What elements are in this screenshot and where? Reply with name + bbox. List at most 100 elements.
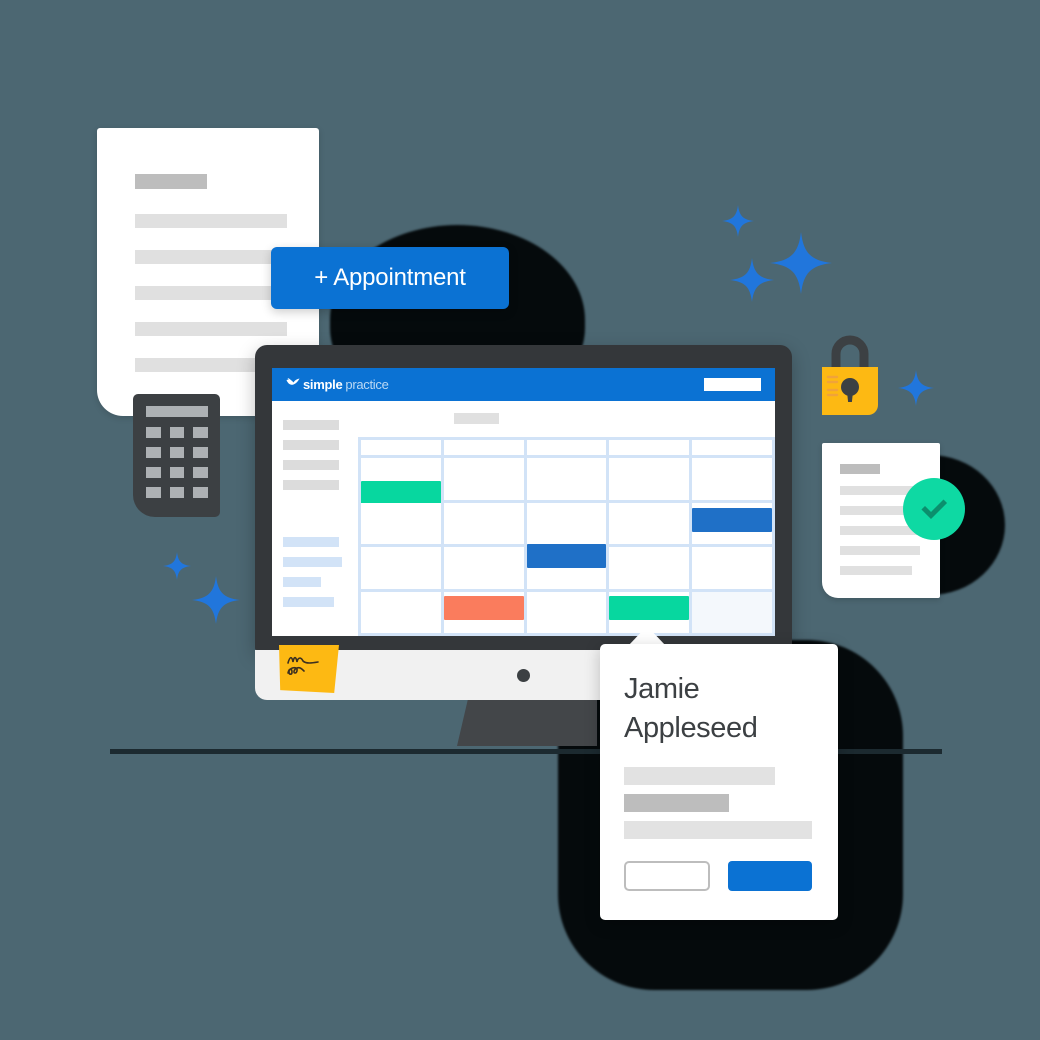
- calendar-day-cell[interactable]: [526, 543, 607, 589]
- sparkle-medium-top: [730, 258, 774, 302]
- calendar-day-cell[interactable]: [361, 502, 441, 544]
- document-left-line-2: [135, 250, 287, 264]
- document-right-title-bar: [840, 464, 880, 474]
- sidebar-item-4[interactable]: [283, 480, 339, 490]
- account-pill[interactable]: [704, 378, 761, 391]
- camera-dot-icon: [517, 669, 530, 682]
- lock-icon: [818, 335, 882, 417]
- calendar-header-row: [361, 440, 772, 455]
- calendar-day-cell[interactable]: [692, 458, 772, 500]
- calendar-day-cell[interactable]: [692, 547, 772, 589]
- logo-word-simple: simple: [303, 377, 343, 392]
- calendar-day-cell[interactable]: [526, 591, 607, 633]
- document-left-line-1: [135, 214, 287, 228]
- sidebar-item-5[interactable]: [283, 537, 339, 547]
- event-blue-2[interactable]: [526, 543, 607, 568]
- document-left-line-3: [135, 286, 287, 300]
- calendar-week-row: [361, 591, 772, 633]
- document-right-line-5: [840, 566, 912, 575]
- simplepractice-app: simple practice: [272, 368, 775, 636]
- sidebar-item-8[interactable]: [283, 597, 334, 607]
- event-blue-1[interactable]: [692, 508, 772, 533]
- calculator-key: [146, 487, 161, 498]
- sidebar-item-6[interactable]: [283, 557, 342, 567]
- client-detail-card: Jamie Appleseed: [600, 644, 838, 920]
- calculator-key: [146, 447, 161, 458]
- bird-icon: [286, 376, 300, 394]
- event-coral-1[interactable]: [443, 595, 524, 620]
- calendar-day-cell[interactable]: [443, 458, 524, 500]
- simplepractice-logo: simple practice: [286, 376, 389, 394]
- calendar-day-cell[interactable]: [361, 591, 441, 633]
- sidebar-item-1[interactable]: [283, 420, 339, 430]
- calculator-keypad: [146, 427, 208, 498]
- sparkle-small-left: [163, 552, 191, 580]
- calendar-day-cell[interactable]: [361, 547, 441, 589]
- calendar-day-cell[interactable]: [692, 591, 772, 633]
- monitor-stand: [457, 698, 597, 746]
- detail-bar-3: [624, 821, 812, 840]
- sparkle-right-lock: [898, 370, 934, 406]
- calendar-week-row: [361, 543, 772, 589]
- calculator-icon: [133, 394, 220, 517]
- illustration-scene: simple practice + Appointment Jamie Appl…: [0, 0, 1040, 1040]
- document-left-line-5: [135, 358, 267, 372]
- confirm-button[interactable]: [728, 861, 812, 892]
- sparkle-large-top: [770, 232, 832, 294]
- calendar-day-cell[interactable]: [443, 502, 524, 544]
- calculator-display: [146, 406, 208, 417]
- check-circle-icon: [903, 478, 965, 540]
- sparkle-large-left: [192, 576, 240, 624]
- sidebar-item-3[interactable]: [283, 460, 339, 470]
- card-actions: [624, 861, 814, 892]
- calculator-key: [146, 467, 161, 478]
- calendar-day-cell[interactable]: [692, 502, 772, 544]
- calendar-week-row: [361, 502, 772, 544]
- detail-bar-2: [624, 794, 729, 813]
- app-main-content: [353, 401, 775, 636]
- calendar-day-cell[interactable]: [361, 458, 441, 505]
- calendar-week-row: [361, 458, 772, 505]
- calendar-header-cell: [692, 440, 772, 455]
- detail-bar-1: [624, 767, 775, 786]
- card-pointer-arrow: [628, 626, 666, 646]
- monitor-bezel: simple practice: [255, 345, 792, 650]
- calendar-day-cell[interactable]: [609, 502, 690, 544]
- calendar-day-cell[interactable]: [443, 591, 524, 633]
- calendar-grid: [358, 437, 775, 636]
- calendar-day-cell[interactable]: [609, 547, 690, 589]
- logo-word-practice: practice: [345, 377, 389, 392]
- calendar-header-cell: [361, 440, 441, 455]
- sidebar-item-7[interactable]: [283, 577, 321, 587]
- calculator-key: [169, 427, 185, 438]
- sidebar-item-2[interactable]: [283, 440, 339, 450]
- calculator-key: [169, 447, 185, 458]
- calculator-key: [193, 487, 208, 498]
- calendar-header-cell: [443, 440, 524, 455]
- calculator-key: [193, 467, 208, 478]
- calendar-day-cell[interactable]: [609, 458, 690, 500]
- event-green-1[interactable]: [361, 480, 441, 505]
- document-right-line-3: [840, 526, 920, 535]
- calendar-day-cell[interactable]: [443, 547, 524, 589]
- app-body: [272, 401, 775, 636]
- calendar-day-cell[interactable]: [526, 502, 607, 544]
- sidebar-divider: [283, 500, 342, 537]
- add-appointment-button[interactable]: + Appointment: [271, 247, 509, 309]
- app-top-nav: simple practice: [272, 368, 775, 401]
- client-name: Jamie Appleseed: [624, 673, 758, 744]
- calendar-toolbar: [358, 401, 775, 437]
- calculator-key: [193, 447, 208, 458]
- calendar-day-cell[interactable]: [526, 458, 607, 500]
- document-left-line-4: [135, 322, 287, 336]
- event-green-2[interactable]: [609, 595, 690, 620]
- sparkle-small-top: [722, 205, 754, 237]
- app-sidebar: [272, 401, 353, 636]
- calculator-key: [146, 427, 161, 438]
- calendar-header-cell: [609, 440, 690, 455]
- sticky-note-icon: [279, 645, 339, 693]
- cancel-button[interactable]: [624, 861, 710, 892]
- document-left-title-bar: [135, 174, 207, 189]
- calendar-date-range-placeholder: [454, 413, 499, 424]
- calculator-key: [169, 467, 185, 478]
